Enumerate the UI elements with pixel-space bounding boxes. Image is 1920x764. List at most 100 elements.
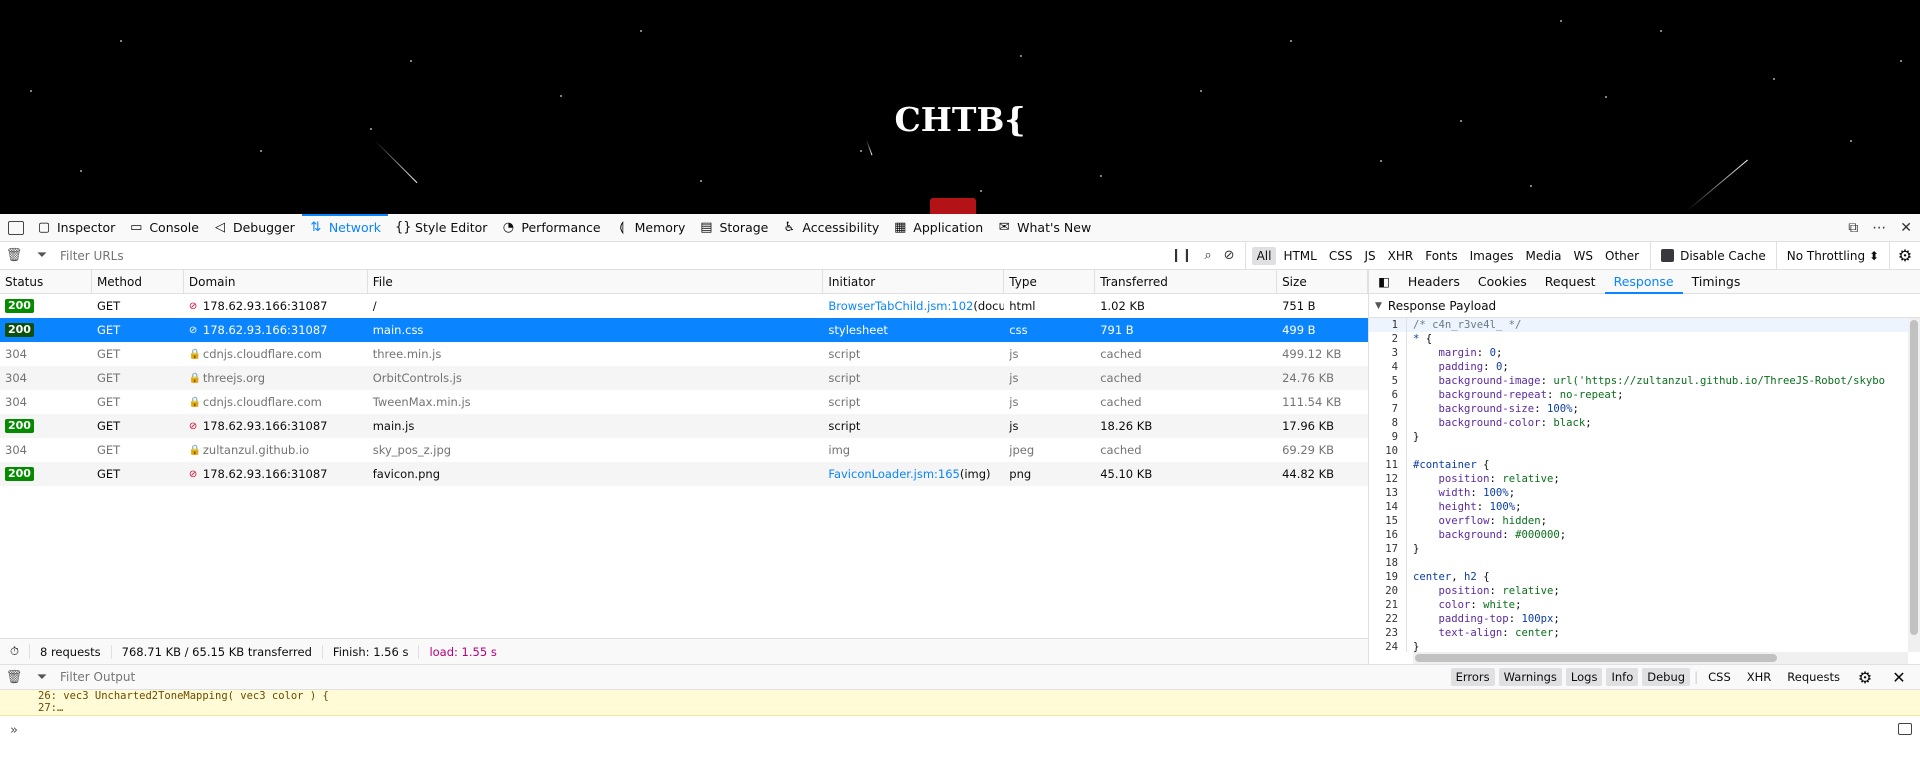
tab-network[interactable]: ⇅ Network [301, 213, 389, 242]
tab-request[interactable]: Request [1536, 270, 1605, 294]
file-cell: main.js [372, 419, 415, 433]
console-level-info[interactable]: Info [1606, 668, 1639, 686]
column-header-transferred[interactable]: Transferred [1095, 270, 1278, 293]
insecure-lock-icon: ⊘ [188, 324, 198, 336]
initiator-text: script [828, 371, 861, 385]
filter-output-input[interactable] [56, 670, 1451, 684]
pause-icon[interactable]: ❙❙ [1171, 248, 1193, 263]
gear-icon[interactable]: ⚙ [1850, 668, 1880, 687]
table-row[interactable]: 304 GET 🔒 zultanzul.github.io sky_pos_z.jpg i… [0, 438, 1368, 462]
code-token: : [1483, 361, 1496, 373]
table-row[interactable]: 200 GET ⊘ 178.62.93.166:31087 main.js script j… [0, 414, 1368, 438]
type-filter-other[interactable]: Other [1600, 247, 1644, 265]
trash-icon[interactable]: 🗑 [0, 248, 28, 263]
table-row[interactable]: 200 GET ⊘ 178.62.93.166:31087 / BrowserTabChi… [0, 294, 1368, 318]
type-filter-html[interactable]: HTML [1278, 247, 1321, 265]
console-type-requests[interactable]: Requests [1781, 668, 1846, 686]
tab-timings[interactable]: Timings [1683, 270, 1750, 294]
trash-icon[interactable]: 🗑 [0, 670, 28, 685]
console-level-warnings[interactable]: Warnings [1498, 668, 1562, 686]
tab-console[interactable]: ▭ Console [122, 214, 206, 242]
search-icon[interactable]: ⌕ [1204, 248, 1211, 263]
close-icon[interactable]: ✕ [1900, 220, 1912, 236]
column-header-method[interactable]: Method [92, 270, 184, 293]
console-level-logs[interactable]: Logs [1565, 668, 1603, 686]
disable-cache-toggle[interactable]: Disable Cache [1651, 242, 1777, 269]
star [260, 150, 262, 152]
table-row[interactable]: 304 GET 🔒 threejs.org OrbitControls.js script… [0, 366, 1368, 390]
column-header-size[interactable]: Size [1277, 270, 1368, 293]
column-header-initiator[interactable]: Initiator [823, 270, 1005, 293]
tab-storage[interactable]: ▤ Storage [692, 214, 775, 242]
request-list-header: Status Method Domain File Initiator Type Trans… [0, 270, 1368, 294]
console-type-css[interactable]: CSS [1702, 668, 1737, 686]
type-filter-xhr[interactable]: XHR [1383, 247, 1419, 265]
domain-cell: ⊘ 178.62.93.166:31087 [184, 294, 368, 318]
response-payload-section[interactable]: ▼ Response Payload [1369, 294, 1920, 318]
star [1290, 40, 1292, 42]
table-row[interactable]: 304 GET 🔒 cdnjs.cloudflare.com three.min.js s… [0, 342, 1368, 366]
code-token: no-repeat [1559, 389, 1618, 401]
type-filter-css[interactable]: CSS [1324, 247, 1358, 265]
response-code-view[interactable]: 1/* c4n_r3ve4l_ */2 * {3 margin: 0; 4 padd… [1369, 318, 1908, 652]
split-console-icon[interactable] [1898, 723, 1912, 735]
type-filter-media[interactable]: Media [1520, 247, 1566, 265]
tab-memory[interactable]: ⟬ Memory [608, 214, 693, 242]
table-row[interactable]: 200 GET ⊘ 178.62.93.166:31087 favicon.png Fav… [0, 462, 1368, 486]
network-icon: ⇅ [310, 219, 322, 235]
type-filter-all[interactable]: All [1251, 246, 1277, 265]
tab-headers[interactable]: Headers [1399, 270, 1469, 294]
toggle-sidebar-icon[interactable]: ◧ [1369, 270, 1399, 294]
domain-cell: 🔒 zultanzul.github.io [184, 438, 368, 462]
console-level-debug[interactable]: Debug [1642, 668, 1691, 686]
type-filter-js[interactable]: JS [1359, 247, 1380, 265]
tab-response[interactable]: Response [1604, 270, 1683, 294]
initiator-cell: script [823, 414, 1004, 438]
column-header-status[interactable]: Status [0, 270, 92, 293]
filter-urls-input[interactable] [56, 248, 1161, 263]
table-row[interactable]: 200 GET ⊘ 178.62.93.166:31087 main.css styles… [0, 318, 1368, 342]
tab-cookies[interactable]: Cookies [1469, 270, 1536, 294]
console-level-errors[interactable]: Errors [1450, 668, 1495, 686]
initiator-text[interactable]: BrowserTabChild.jsm:102 [828, 299, 973, 313]
tab-inspector[interactable]: ▢ Inspector [30, 214, 122, 242]
tab-style-editor[interactable]: {} Style Editor [388, 214, 494, 242]
column-header-file[interactable]: File [368, 270, 824, 293]
code-token: url('https://zultanzul.github.io/ThreeJS… [1553, 375, 1885, 387]
more-options-icon[interactable]: ⋯ [1872, 220, 1886, 236]
type-filter-ws[interactable]: WS [1569, 247, 1598, 265]
column-header-type[interactable]: Type [1004, 270, 1096, 293]
type-filter-fonts[interactable]: Fonts [1420, 247, 1462, 265]
horizontal-scrollbar[interactable] [1413, 652, 1908, 664]
gear-icon[interactable]: ⚙ [1890, 246, 1920, 265]
line-number: 10 [1369, 444, 1407, 458]
console-input[interactable]: » [0, 716, 1920, 744]
element-picker-icon[interactable] [8, 220, 24, 235]
tab-performance[interactable]: ◔ Performance [494, 214, 607, 242]
line-number: 12 [1369, 472, 1407, 486]
column-header-domain[interactable]: Domain [184, 270, 368, 293]
tab-accessibility[interactable]: ♿ Accessibility [775, 214, 886, 242]
code-token: : [1508, 613, 1522, 625]
tab-application[interactable]: ▦ Application [886, 214, 990, 242]
type-filter-images[interactable]: Images [1465, 247, 1519, 265]
transferred-cell: 18.26 KB [1100, 419, 1153, 433]
initiator-text: script [828, 419, 861, 433]
initiator-text[interactable]: FaviconLoader.jsm:165 [828, 467, 959, 481]
prompt-icon: » [10, 722, 18, 738]
disable-cache-checkbox[interactable] [1661, 249, 1675, 262]
vertical-scrollbar[interactable] [1908, 318, 1920, 652]
tab-debugger[interactable]: ◁ Debugger [206, 214, 302, 242]
table-row[interactable]: 304 GET 🔒 cdnjs.cloudflare.com TweenMax.min.… [0, 390, 1368, 414]
close-icon[interactable]: ✕ [1884, 668, 1914, 687]
code-text: position: relative; [1413, 584, 1560, 598]
console-filter-bar: 🗑 ⏷ ErrorsWarningsLogsInfoDebug|CSSXHRRe… [0, 664, 1920, 690]
line-number: 20 [1369, 584, 1407, 598]
dock-icon[interactable]: ⧉ [1848, 220, 1858, 236]
block-icon[interactable]: ⊘ [1224, 248, 1235, 263]
console-type-xhr[interactable]: XHR [1741, 668, 1778, 686]
code-token: { [1483, 459, 1490, 471]
code-token: ; [1508, 487, 1516, 499]
throttling-select[interactable]: No Throttling ⬍ [1777, 242, 1890, 269]
tab-what-s-new[interactable]: ✉ What's New [990, 214, 1098, 242]
